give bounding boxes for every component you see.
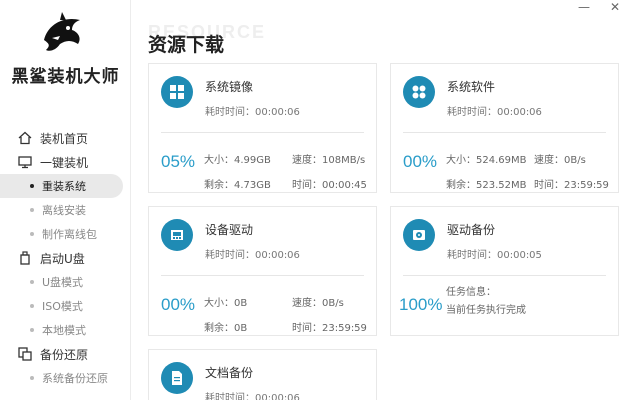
sidebar-item-label: 重装系统 bbox=[42, 180, 86, 193]
sidebar-item-label: ISO模式 bbox=[42, 300, 83, 313]
card-title: 驱动备份 bbox=[447, 223, 496, 237]
sidebar-item-label: 备份还原 bbox=[40, 347, 89, 362]
windows-icon bbox=[161, 76, 193, 108]
stats: 大小：524.69MB 速度：0B/s 剩余：523.52MB 时间：23:59… bbox=[446, 146, 609, 196]
progress-percent: 00% bbox=[403, 152, 438, 171]
stat-speed: 速度：0B/s bbox=[292, 298, 344, 309]
task-label: 任务信息： bbox=[446, 287, 496, 298]
page-title: 资源下载 bbox=[148, 34, 225, 56]
sidebar-item-usb-mode[interactable]: U盘模式 bbox=[0, 270, 131, 294]
close-button[interactable]: ✕ bbox=[610, 0, 620, 14]
minimize-button[interactable]: — bbox=[578, 0, 590, 14]
backup-icon bbox=[18, 347, 32, 361]
bullet-icon bbox=[30, 184, 34, 188]
bullet-icon bbox=[30, 208, 34, 212]
sidebar-item-home[interactable]: 装机首页 bbox=[0, 126, 131, 150]
card-title: 系统镜像 bbox=[205, 80, 254, 94]
stat-speed: 速度：0B/s bbox=[534, 155, 586, 166]
progress-percent: 00% bbox=[161, 295, 196, 314]
sidebar-item-label: U盘模式 bbox=[42, 276, 84, 289]
task-value: 当前任务执行完成 bbox=[446, 305, 526, 316]
sidebar-item-usb-boot[interactable]: 启动U盘 bbox=[0, 246, 131, 270]
bullet-icon bbox=[30, 328, 34, 332]
sidebar-item-one-key[interactable]: 一键装机 bbox=[0, 150, 131, 174]
progress-percent: 05% bbox=[161, 152, 196, 171]
sidebar-item-label: 装机首页 bbox=[40, 131, 89, 146]
sidebar-item-offline-install[interactable]: 离线安装 bbox=[0, 198, 131, 222]
divider bbox=[403, 132, 606, 133]
stat-eta: 时间：23:59:59 bbox=[292, 323, 367, 334]
card-elapsed: 耗时时间：00:00:06 bbox=[205, 393, 300, 400]
download-card-software: 系统软件 耗时时间：00:00:06 00% 大小：524.69MB 速度：0B… bbox=[390, 63, 619, 193]
shark-logo-icon bbox=[44, 12, 80, 51]
sidebar: 黑鲨装机大师 装机首页 一键装机 重装系统 离线安装 制作离线包 启动U盘 U盘 bbox=[0, 0, 131, 400]
stat-speed: 速度：108MB/s bbox=[292, 155, 366, 166]
sidebar-item-reinstall[interactable]: 重装系统 bbox=[0, 174, 123, 198]
sidebar-item-local-mode[interactable]: 本地模式 bbox=[0, 318, 131, 342]
driver-icon bbox=[161, 219, 193, 251]
usb-drive-icon bbox=[20, 251, 30, 265]
bullet-icon bbox=[30, 232, 34, 236]
download-card-mirror: 系统镜像 耗时时间：00:00:06 05% 大小：4.99GB 速度：108M… bbox=[148, 63, 377, 193]
stat-eta: 时间：23:59:59 bbox=[534, 180, 609, 191]
stat-remain: 剩余：0B bbox=[204, 323, 248, 334]
brand-name: 黑鲨装机大师 bbox=[11, 67, 120, 87]
sidebar-item-label: 启动U盘 bbox=[40, 251, 85, 266]
task-info: 任务信息： 当前任务执行完成 bbox=[446, 284, 526, 320]
apps-icon bbox=[403, 76, 435, 108]
sidebar-item-system-backup[interactable]: 系统备份还原 bbox=[0, 366, 131, 390]
home-icon bbox=[18, 131, 32, 145]
download-card-driver: 设备驱动 耗时时间：00:00:06 00% 大小：0B 速度：0B/s 剩余：… bbox=[148, 206, 377, 336]
divider bbox=[161, 132, 364, 133]
sidebar-item-backup-restore[interactable]: 备份还原 bbox=[0, 342, 131, 366]
card-title: 文档备份 bbox=[205, 366, 254, 380]
card-elapsed: 耗时时间：00:00:06 bbox=[205, 107, 300, 118]
stat-eta: 时间：00:00:45 bbox=[292, 180, 367, 191]
download-card-doc-backup: 文档备份 耗时时间：00:00:06 bbox=[148, 349, 377, 400]
monitor-icon bbox=[18, 156, 32, 169]
card-elapsed: 耗时时间：00:00:06 bbox=[205, 250, 300, 261]
card-title: 系统软件 bbox=[447, 80, 496, 94]
download-card-driver-backup: 驱动备份 耗时时间：00:00:05 100% 任务信息： 当前任务执行完成 bbox=[390, 206, 619, 336]
card-elapsed: 耗时时间：00:00:05 bbox=[447, 250, 542, 261]
card-title: 设备驱动 bbox=[205, 223, 254, 237]
sidebar-item-label: 一键装机 bbox=[40, 155, 89, 170]
bullet-icon bbox=[30, 304, 34, 308]
sidebar-item-iso-mode[interactable]: ISO模式 bbox=[0, 294, 131, 318]
hard-disk-icon bbox=[403, 219, 435, 251]
sidebar-item-label: 离线安装 bbox=[42, 204, 86, 217]
stats: 大小：0B 速度：0B/s 剩余：0B 时间：23:59:59 bbox=[204, 289, 367, 339]
sidebar-item-label: 制作离线包 bbox=[42, 228, 97, 241]
sidebar-item-make-offline[interactable]: 制作离线包 bbox=[0, 222, 131, 246]
document-icon bbox=[161, 362, 193, 394]
bullet-icon bbox=[30, 376, 34, 380]
card-elapsed: 耗时时间：00:00:06 bbox=[447, 107, 542, 118]
progress-percent: 100% bbox=[399, 295, 443, 314]
sidebar-nav: 装机首页 一键装机 重装系统 离线安装 制作离线包 启动U盘 U盘模式 ISO模… bbox=[0, 126, 131, 390]
window-controls: — ✕ bbox=[578, 0, 620, 14]
divider bbox=[403, 275, 606, 276]
stats: 大小：4.99GB 速度：108MB/s 剩余：4.73GB 时间：00:00:… bbox=[204, 146, 367, 196]
stat-size: 大小：524.69MB bbox=[446, 155, 527, 166]
stat-size: 大小：4.99GB bbox=[204, 155, 271, 166]
stat-remain: 剩余：4.73GB bbox=[204, 180, 271, 191]
bullet-icon bbox=[30, 280, 34, 284]
stat-remain: 剩余：523.52MB bbox=[446, 180, 527, 191]
stat-size: 大小：0B bbox=[204, 298, 248, 309]
sidebar-item-label: 系统备份还原 bbox=[42, 372, 108, 385]
divider bbox=[161, 275, 364, 276]
sidebar-item-label: 本地模式 bbox=[42, 324, 86, 337]
